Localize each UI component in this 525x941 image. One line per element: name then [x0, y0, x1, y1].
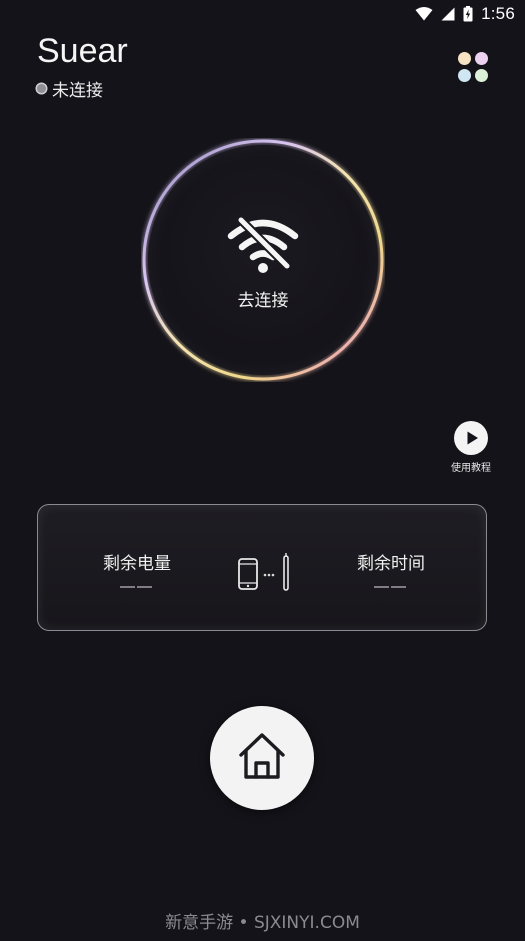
status-bar: 1:56 [0, 0, 525, 28]
play-icon [454, 421, 488, 455]
wifi-off-icon [227, 215, 299, 273]
time-label: 剩余时间 [357, 554, 425, 574]
watermark: 新意手游 • SJXINYI.COM [165, 913, 360, 933]
connection-status: 未连接 [37, 76, 103, 101]
home-button[interactable] [210, 706, 314, 810]
tutorial-label: 使用教程 [451, 463, 491, 474]
app-screen: 1:56 Suear 未连接 去连接 使用教程 剩余电量 —— 剩余时间 —— … [0, 0, 525, 941]
time-stat: 剩余时间 —— [336, 549, 446, 595]
status-time: 1:56 [481, 4, 515, 23]
connect-button[interactable]: 去连接 [141, 138, 385, 382]
battery-value: —— [120, 578, 154, 595]
apps-grid-icon [458, 52, 488, 82]
app-title: Suear [37, 32, 128, 70]
time-value: —— [374, 578, 408, 595]
battery-label: 剩余电量 [103, 554, 171, 574]
status-dot [37, 84, 46, 93]
tutorial-button[interactable]: 使用教程 [446, 421, 496, 474]
battery-charging-icon [463, 6, 473, 22]
home-icon [239, 733, 285, 779]
wifi-icon [415, 7, 433, 21]
device-info-card: 剩余电量 —— 剩余时间 —— [37, 504, 487, 631]
cellular-signal-icon [441, 7, 455, 21]
connect-label: 去连接 [237, 291, 289, 311]
battery-stat: 剩余电量 —— [82, 549, 192, 595]
apps-menu-button[interactable] [456, 50, 490, 84]
phone-to-otoscope-icon [238, 553, 289, 591]
status-icons: 1:56 [415, 4, 515, 24]
connection-status-label: 未连接 [52, 81, 103, 101]
